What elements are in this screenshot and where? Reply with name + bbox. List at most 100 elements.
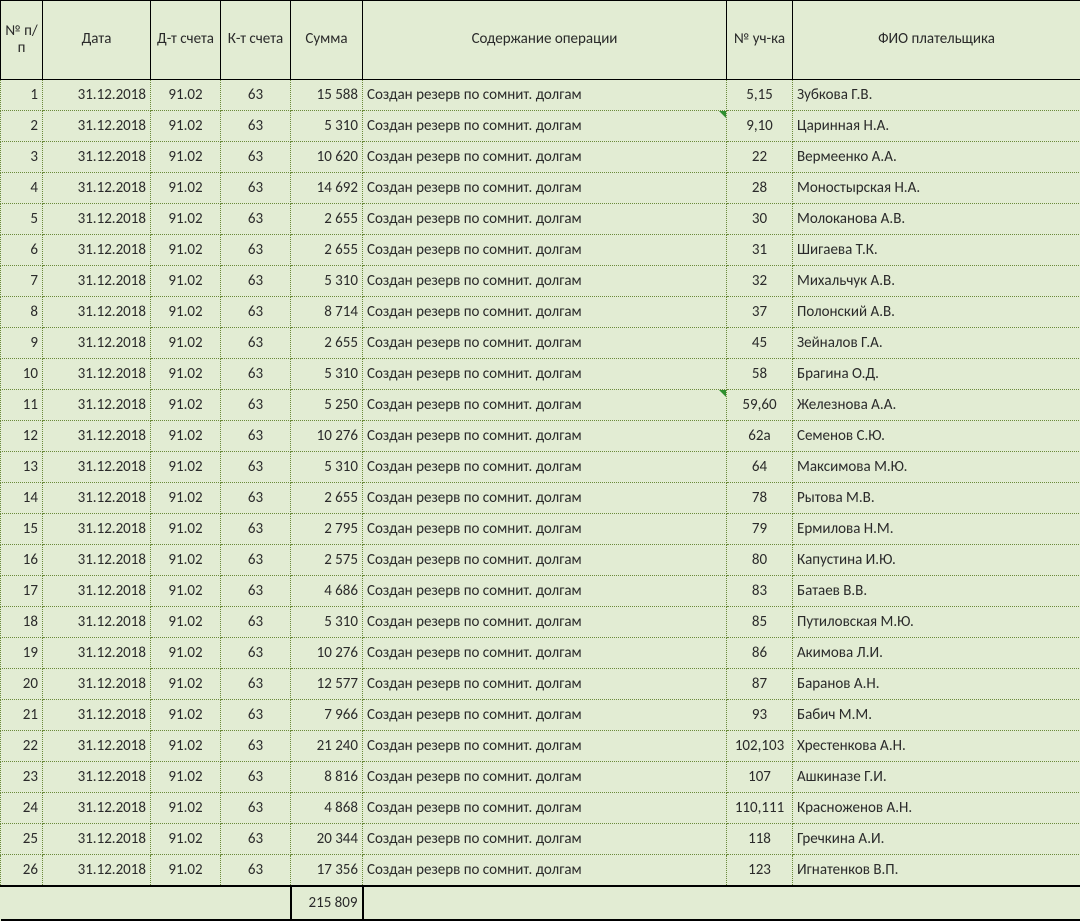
cell-plot: 58 [727,359,793,390]
cell-plot: 79 [727,514,793,545]
cell-date: 31.12.2018 [43,235,151,266]
cell-plot: 59,60 [727,390,793,421]
cell-dt: 91.02 [151,855,221,887]
cell-dt: 91.02 [151,638,221,669]
cell-desc: Создан резерв по сомнит. долгам [363,545,727,576]
cell-sum: 10 276 [291,638,363,669]
col-plot: № уч-ка [727,1,793,80]
cell-desc: Создан резерв по сомнит. долгам [363,483,727,514]
cell-kt: 63 [221,173,291,204]
cell-plot: 78 [727,483,793,514]
cell-date: 31.12.2018 [43,638,151,669]
cell-kt: 63 [221,793,291,824]
cell-sum: 8 816 [291,762,363,793]
cell-desc: Создан резерв по сомнит. долгам [363,173,727,204]
col-dt: Д-т счета [151,1,221,80]
cell-dt: 91.02 [151,266,221,297]
cell-desc: Создан резерв по сомнит. долгам [363,669,727,700]
cell-num: 19 [1,638,43,669]
cell-kt: 63 [221,545,291,576]
cell-num: 12 [1,421,43,452]
table-row: 331.12.201891.026310 620Создан резерв по… [1,142,1080,173]
cell-kt: 63 [221,204,291,235]
cell-sum: 2 655 [291,235,363,266]
cell-fio: Красноженов А.Н. [793,793,1080,824]
cell-dt: 91.02 [151,793,221,824]
cell-date: 31.12.2018 [43,80,151,111]
cell-desc: Создан резерв по сомнит. долгам [363,855,727,887]
cell-date: 31.12.2018 [43,700,151,731]
cell-num: 15 [1,514,43,545]
cell-date: 31.12.2018 [43,452,151,483]
cell-dt: 91.02 [151,390,221,421]
cell-num: 13 [1,452,43,483]
table-row: 2231.12.201891.026321 240Создан резерв п… [1,731,1080,762]
table-row: 2331.12.201891.02638 816Создан резерв по… [1,762,1080,793]
cell-kt: 63 [221,297,291,328]
cell-date: 31.12.2018 [43,855,151,887]
cell-plot: 87 [727,669,793,700]
table-row: 2031.12.201891.026312 577Создан резерв п… [1,669,1080,700]
table-row: 731.12.201891.02635 310Создан резерв по … [1,266,1080,297]
cell-sum: 15 588 [291,80,363,111]
cell-num: 1 [1,80,43,111]
cell-desc: Создан резерв по сомнит. долгам [363,514,727,545]
col-desc: Содержание операции [363,1,727,80]
cell-plot: 5,15 [727,80,793,111]
cell-plot: 32 [727,266,793,297]
cell-dt: 91.02 [151,111,221,142]
col-kt: К-т счета [221,1,291,80]
table-row: 131.12.201891.026315 588Создан резерв по… [1,80,1080,111]
cell-kt: 63 [221,390,291,421]
col-num: № п/п [1,1,43,80]
cell-plot: 30 [727,204,793,235]
table-row: 1831.12.201891.02635 310Создан резерв по… [1,607,1080,638]
table-row: 431.12.201891.026314 692Создан резерв по… [1,173,1080,204]
cell-fio: Ашкиназе Г.И. [793,762,1080,793]
cell-sum: 12 577 [291,669,363,700]
cell-dt: 91.02 [151,80,221,111]
table-row: 2131.12.201891.02637 966Создан резерв по… [1,700,1080,731]
cell-date: 31.12.2018 [43,111,151,142]
cell-kt: 63 [221,576,291,607]
cell-fio: Путиловская М.Ю. [793,607,1080,638]
cell-date: 31.12.2018 [43,204,151,235]
cell-fio: Брагина О.Д. [793,359,1080,390]
cell-kt: 63 [221,142,291,173]
table-row: 2531.12.201891.026320 344Создан резерв п… [1,824,1080,855]
cell-num: 14 [1,483,43,514]
cell-date: 31.12.2018 [43,824,151,855]
cell-dt: 91.02 [151,297,221,328]
cell-fio: Молоканова А.В. [793,204,1080,235]
cell-dt: 91.02 [151,700,221,731]
cell-kt: 63 [221,700,291,731]
cell-num: 10 [1,359,43,390]
cell-date: 31.12.2018 [43,762,151,793]
cell-sum: 20 344 [291,824,363,855]
cell-sum: 10 276 [291,421,363,452]
cell-dt: 91.02 [151,235,221,266]
cell-desc: Создан резерв по сомнит. долгам [363,359,727,390]
cell-desc: Создан резерв по сомнит. долгам [363,111,727,142]
cell-dt: 91.02 [151,762,221,793]
cell-plot: 37 [727,297,793,328]
col-fio: ФИО плательщика [793,1,1080,80]
cell-kt: 63 [221,638,291,669]
cell-num: 21 [1,700,43,731]
cell-num: 6 [1,235,43,266]
cell-dt: 91.02 [151,204,221,235]
cell-fio: Хрестенкова А.Н. [793,731,1080,762]
cell-fio: Железнова А.А. [793,390,1080,421]
cell-date: 31.12.2018 [43,266,151,297]
cell-dt: 91.02 [151,328,221,359]
table-row: 631.12.201891.02632 655Создан резерв по … [1,235,1080,266]
cell-dt: 91.02 [151,731,221,762]
cell-fio: Гречкина А.И. [793,824,1080,855]
cell-desc: Создан резерв по сомнит. долгам [363,452,727,483]
cell-date: 31.12.2018 [43,514,151,545]
cell-sum: 2 655 [291,204,363,235]
cell-dt: 91.02 [151,669,221,700]
cell-plot: 62а [727,421,793,452]
cell-kt: 63 [221,762,291,793]
cell-sum: 8 714 [291,297,363,328]
